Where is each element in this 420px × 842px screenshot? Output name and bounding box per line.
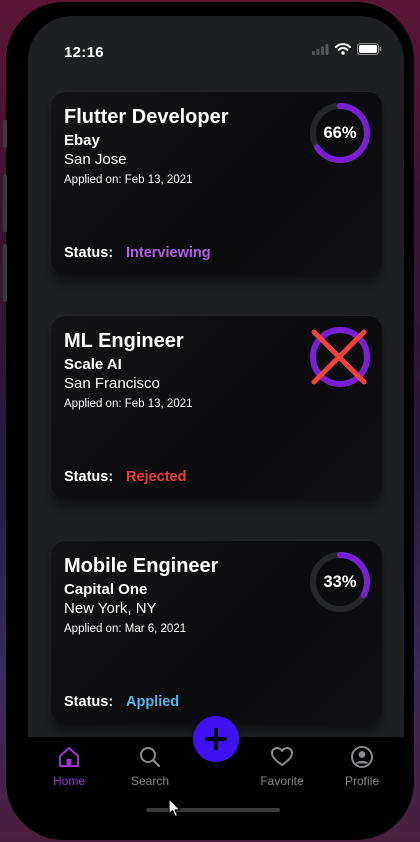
job-location: San Jose: [64, 151, 127, 168]
phone-frame: 12:16 Flutter Developer Ebay San Jose Ap…: [3, 2, 414, 840]
progress-ring: [308, 325, 372, 389]
progress-ring: 66%: [308, 101, 372, 165]
tab-label: Favorite: [260, 774, 304, 788]
job-card-mobile-engineer[interactable]: Mobile Engineer Capital One New York, NY…: [51, 541, 382, 724]
applied-date: Applied on: Feb 13, 2021: [64, 174, 193, 186]
home-icon: [57, 745, 81, 769]
add-job-button[interactable]: [193, 716, 239, 762]
search-icon: [138, 745, 162, 769]
progress-ring: 33%: [308, 550, 372, 614]
heart-icon: [270, 745, 294, 769]
tab-home[interactable]: Home: [34, 737, 104, 797]
job-title: Flutter Developer: [64, 106, 229, 128]
status-bar: 12:16: [28, 16, 404, 61]
status-value: Applied: [126, 694, 180, 710]
profile-icon: [350, 745, 374, 769]
status-label: Status:: [64, 469, 114, 485]
tab-profile[interactable]: Profile: [327, 737, 397, 797]
tab-label: Home: [52, 774, 85, 788]
progress-percent: 33%: [323, 573, 357, 591]
status-icons: [312, 42, 382, 60]
company-name: Scale AI: [64, 356, 122, 373]
mouse-cursor-icon: [168, 798, 182, 820]
volume-up-button: [3, 174, 7, 232]
applied-date: Applied on: Mar 6, 2021: [64, 623, 187, 635]
status-value: Interviewing: [126, 245, 211, 261]
tab-label: Search: [130, 774, 170, 788]
job-card-ml-engineer[interactable]: ML Engineer Scale AI San Francisco Appli…: [51, 316, 382, 499]
status-time: 12:16: [64, 44, 104, 61]
signal-icon: [312, 42, 329, 60]
progress-percent: 66%: [323, 124, 357, 142]
volume-down-button: [3, 244, 7, 302]
app-screen: 12:16 Flutter Developer Ebay San Jose Ap…: [28, 16, 404, 820]
company-name: Capital One: [64, 581, 148, 598]
status-label: Status:: [64, 694, 114, 710]
wifi-icon: [335, 42, 351, 60]
job-card-flutter-developer[interactable]: Flutter Developer Ebay San Jose Applied …: [51, 92, 382, 275]
applied-date: Applied on: Feb 13, 2021: [64, 398, 193, 410]
home-indicator[interactable]: [146, 808, 280, 812]
mute-switch: [3, 120, 7, 148]
tab-label: Profile: [344, 774, 379, 788]
job-location: New York, NY: [64, 600, 157, 617]
status-value: Rejected: [126, 469, 187, 485]
tab-favorite[interactable]: Favorite: [247, 737, 317, 797]
job-title: ML Engineer: [64, 330, 184, 352]
job-title: Mobile Engineer: [64, 555, 219, 577]
status-label: Status:: [64, 245, 114, 261]
company-name: Ebay: [64, 132, 100, 149]
job-location: San Francisco: [64, 375, 160, 392]
battery-icon: [357, 42, 382, 60]
tab-search[interactable]: Search: [115, 737, 185, 797]
